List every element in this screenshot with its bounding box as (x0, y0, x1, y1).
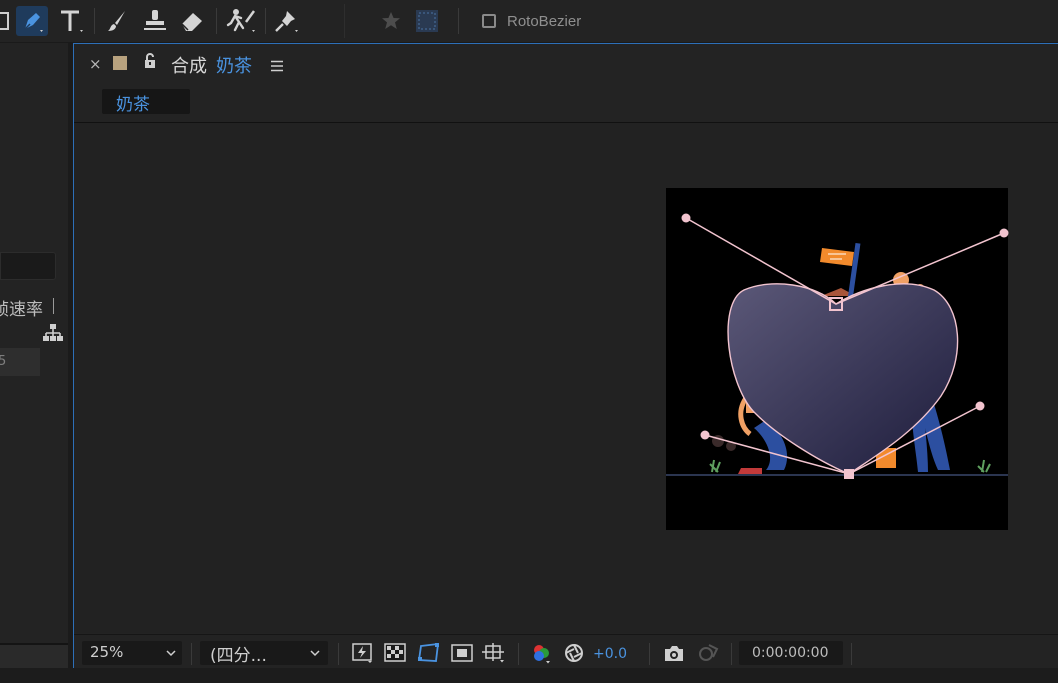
panel-title-prefix: 合成 (171, 56, 207, 77)
viewer-divider (191, 643, 192, 665)
toolbar-divider (265, 8, 266, 34)
chevron-down-icon (310, 650, 320, 657)
viewer-area[interactable] (74, 123, 1058, 633)
bezier-handle-point[interactable] (681, 213, 691, 223)
composition-panel: × 合成 奶茶 奶茶 25% (四分... +0.0 0:00:00:00 (73, 43, 1058, 669)
pen-tool-icon[interactable] (16, 6, 48, 36)
mask-visibility-icon[interactable] (417, 643, 441, 663)
snapping-icon[interactable] (412, 6, 442, 36)
bezier-handle-point[interactable] (999, 228, 1009, 238)
zoom-select[interactable]: 25% (82, 641, 182, 665)
star-icon[interactable] (378, 6, 404, 36)
toolbar-divider (458, 8, 459, 34)
rotobezier-label: RotoBezier (507, 13, 582, 30)
bottom-strip (0, 668, 1058, 683)
composition-color-swatch (113, 56, 127, 70)
frame-rate-value[interactable]: 5 (0, 348, 40, 376)
show-snapshot-icon[interactable] (695, 643, 719, 663)
fast-previews-icon[interactable] (352, 643, 374, 663)
exposure-value[interactable]: +0.0 (593, 646, 627, 662)
tools-toolbar: RotoBezier (0, 0, 1058, 43)
frame-rate-label: 帧速率 (0, 300, 43, 320)
bezier-handle-point[interactable] (700, 430, 710, 440)
lock-icon[interactable] (143, 53, 157, 73)
eraser-tool-icon[interactable] (176, 6, 208, 36)
reset-exposure-icon[interactable] (564, 643, 586, 665)
viewer-divider (851, 643, 852, 665)
toolbar-divider (344, 4, 345, 38)
close-panel-button[interactable]: × (89, 55, 102, 73)
bezier-handle-point[interactable] (975, 401, 985, 411)
mask-vertex-bottom[interactable] (844, 469, 854, 479)
brush-tool-icon[interactable] (103, 6, 131, 36)
roto-brush-tool-icon[interactable] (224, 6, 258, 36)
left-panel-field[interactable] (0, 252, 56, 280)
camera-snapshot-icon[interactable] (663, 643, 685, 663)
toolbar-divider (216, 8, 217, 34)
resolution-select[interactable]: (四分... (200, 641, 328, 666)
rectangle-tool-icon[interactable] (0, 6, 12, 36)
tab-composition-label: 奶茶 (116, 95, 150, 115)
left-panel-footer (0, 643, 68, 670)
puppet-pin-tool-icon[interactable] (270, 6, 302, 36)
composition-name: 奶茶 (216, 56, 252, 77)
toolbar-divider (94, 8, 95, 34)
clone-stamp-tool-icon[interactable] (140, 6, 170, 36)
panel-menu-icon[interactable] (270, 57, 284, 76)
viewer-divider (518, 643, 519, 665)
label-divider (53, 298, 54, 314)
tab-composition[interactable]: 奶茶 (102, 89, 190, 115)
viewer-divider (731, 643, 732, 665)
composition-canvas[interactable] (666, 188, 1009, 530)
chevron-down-icon (166, 650, 176, 657)
transparency-grid-icon[interactable] (384, 643, 406, 663)
viewer-divider (338, 643, 339, 665)
rotobezier-checkbox[interactable] (482, 14, 496, 28)
grid-guides-icon[interactable] (482, 643, 508, 665)
panel-header: × 合成 奶茶 (74, 44, 1058, 82)
hierarchy-icon[interactable] (43, 323, 63, 347)
ground-line (666, 474, 1008, 476)
timecode-value: 0:00:00:00 (752, 645, 829, 661)
viewer-controls: 25% (四分... +0.0 0:00:00:00 (74, 634, 1058, 669)
color-channels-icon[interactable] (531, 643, 553, 665)
viewer-divider (649, 643, 650, 665)
current-time-field[interactable]: 0:00:00:00 (739, 641, 843, 665)
region-of-interest-icon[interactable] (451, 643, 473, 663)
zoom-value: 25% (90, 643, 124, 661)
left-panel: 帧速率 5 (0, 43, 68, 670)
type-tool-icon[interactable] (56, 6, 86, 36)
resolution-value: (四分... (210, 646, 267, 666)
